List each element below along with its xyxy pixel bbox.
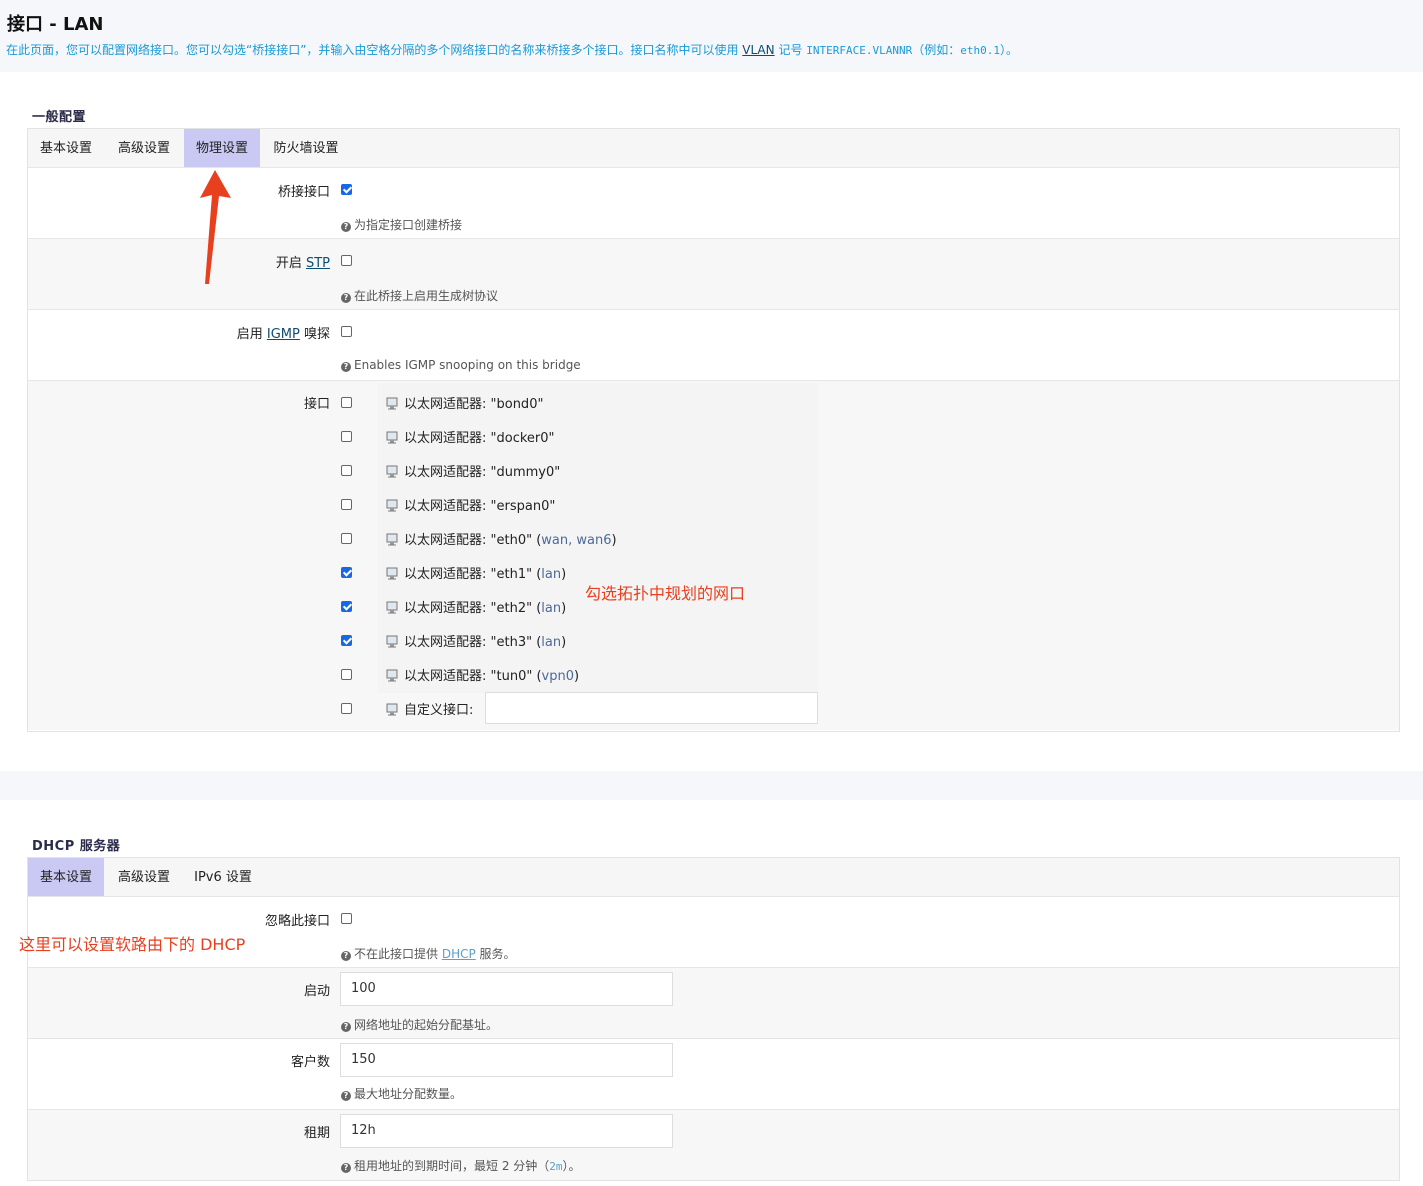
network-adapter-icon	[386, 397, 398, 410]
lease-input[interactable]: 12h	[340, 1114, 673, 1148]
custom-interface-checkbox[interactable]	[341, 703, 352, 714]
igmp-checkbox[interactable]	[341, 326, 352, 337]
interface-checkbox-tun0[interactable]	[341, 669, 352, 680]
page-description: 在此页面，您可以配置网络接口。您可以勾选“桥接接口”，并输入由空格分隔的多个网络…	[6, 43, 1019, 57]
ports-annotation: 勾选拓扑中规划的网口	[585, 584, 746, 603]
bridge-checkbox[interactable]	[341, 184, 352, 195]
interface-item-eth1: 以太网适配器: "eth1" (lan)	[385, 563, 566, 582]
igmp-row: 启用 IGMP 嗅探 ? Enables IGMP snooping on thi…	[28, 310, 1399, 381]
network-adapter-icon	[386, 703, 398, 716]
tab-advanced-settings[interactable]: 高级设置	[106, 129, 182, 167]
general-section-title: 一般配置	[32, 110, 87, 125]
limit-help: ? 最大地址分配数量。	[341, 1085, 462, 1102]
igmp-help: ? Enables IGMP snooping on this bridge	[341, 358, 581, 372]
interface-checkbox-eth1[interactable]	[341, 567, 352, 578]
custom-interface-item: 自定义接口:	[385, 699, 473, 718]
stp-help: ? 在此桥接上启用生成树协议	[341, 287, 498, 304]
question-icon: ?	[341, 1022, 351, 1032]
custom-interface-input[interactable]	[485, 692, 818, 724]
vlan-link[interactable]: VLAN	[742, 43, 774, 57]
question-icon: ?	[341, 293, 351, 303]
dhcp-panel: 基本设置 高级设置 IPv6 设置 忽略此接口 ? 不在此接口提供 DHCP 服务…	[27, 857, 1400, 1181]
lease-help: ? 租用地址的到期时间，最短 2 分钟（2m）。	[341, 1157, 581, 1174]
interface-item-erspan0: 以太网适配器: "erspan0"	[385, 495, 555, 514]
interface-item-eth0: 以太网适配器: "eth0" (wan, wan6)	[385, 529, 617, 548]
general-tabbar: 基本设置 高级设置 物理设置 防火墙设置	[28, 129, 1399, 168]
interface-checkbox-dummy0[interactable]	[341, 465, 352, 476]
question-icon: ?	[341, 1163, 351, 1173]
lease-label: 租期	[303, 1126, 330, 1141]
interface-item-eth3: 以太网适配器: "eth3" (lan)	[385, 631, 566, 650]
stp-checkbox[interactable]	[341, 255, 352, 266]
tab-dhcp-basic[interactable]: 基本设置	[28, 858, 104, 896]
stp-label: 开启 STP	[275, 256, 330, 271]
start-help: ? 网络地址的起始分配基址。	[341, 1016, 498, 1033]
interface-item-docker0: 以太网适配器: "docker0"	[385, 427, 555, 446]
zone-label: lan	[541, 567, 562, 582]
ignore-label: 忽略此接口	[264, 914, 330, 929]
interface-checkbox-docker0[interactable]	[341, 431, 352, 442]
zone-label: lan	[541, 601, 562, 616]
interface-checkbox-eth2[interactable]	[341, 601, 352, 612]
limit-label: 客户数	[290, 1055, 330, 1070]
interfaces-row: 接口 以太网适配器: "bond0" 以太网适配器: "docker0" 以太网…	[28, 381, 1399, 730]
interface-item-bond0: 以太网适配器: "bond0"	[385, 393, 543, 412]
interface-checkbox-eth0[interactable]	[341, 533, 352, 544]
question-icon: ?	[341, 1091, 351, 1101]
network-adapter-icon	[386, 601, 398, 614]
dhcp-link[interactable]: DHCP	[442, 947, 476, 961]
network-adapter-icon	[386, 669, 398, 682]
dhcp-tabbar: 基本设置 高级设置 IPv6 设置	[28, 858, 1399, 897]
question-icon: ?	[341, 222, 351, 232]
interface-checkbox-eth3[interactable]	[341, 635, 352, 646]
network-adapter-icon	[386, 499, 398, 512]
limit-input[interactable]: 150	[340, 1043, 673, 1077]
zone-label: wan, wan6	[541, 533, 612, 548]
tab-dhcp-advanced[interactable]: 高级设置	[106, 858, 182, 896]
zone-label: lan	[541, 635, 562, 650]
bridge-label: 桥接接口	[277, 185, 330, 200]
ignore-help: ? 不在此接口提供 DHCP 服务。	[341, 945, 516, 962]
network-adapter-icon	[386, 431, 398, 444]
tab-physical-settings[interactable]: 物理设置	[184, 129, 260, 167]
interfaces-label: 接口	[303, 397, 330, 412]
tab-dhcp-ipv6[interactable]: IPv6 设置	[186, 858, 260, 896]
stp-link[interactable]: STP	[306, 256, 330, 271]
page-header: 接口 - LAN 在此页面，您可以配置网络接口。您可以勾选“桥接接口”，并输入由…	[0, 0, 1423, 72]
red-arrow-annotation	[200, 170, 231, 284]
tab-basic-settings[interactable]: 基本设置	[28, 129, 104, 167]
network-adapter-icon	[386, 465, 398, 478]
interface-item-tun0: 以太网适配器: "tun0" (vpn0)	[385, 665, 579, 684]
network-adapter-icon	[386, 635, 398, 648]
interface-item-dummy0: 以太网适配器: "dummy0"	[385, 461, 560, 480]
dhcp-annotation: 这里可以设置软路由下的 DHCP	[19, 935, 246, 954]
page-title: 接口 - LAN	[7, 14, 104, 35]
bridge-help: ? 为指定接口创建桥接	[341, 216, 462, 233]
lease-row: 租期 12h ? 租用地址的到期时间，最短 2 分钟（2m）。	[28, 1110, 1399, 1180]
tab-firewall-settings[interactable]: 防火墙设置	[262, 129, 350, 167]
question-icon: ?	[341, 362, 351, 372]
start-row: 启动 100 ? 网络地址的起始分配基址。	[28, 968, 1399, 1039]
question-icon: ?	[341, 951, 351, 961]
zone-label: vpn0	[541, 669, 574, 684]
igmp-label: 启用 IGMP 嗅探	[236, 327, 330, 342]
section-divider	[0, 771, 1423, 800]
igmp-link[interactable]: IGMP	[267, 327, 300, 342]
network-adapter-icon	[386, 567, 398, 580]
interface-item-eth2: 以太网适配器: "eth2" (lan)	[385, 597, 566, 616]
dhcp-section-title: DHCP 服务器	[32, 839, 121, 854]
start-input[interactable]: 100	[340, 972, 673, 1006]
interface-checkbox-erspan0[interactable]	[341, 499, 352, 510]
limit-row: 客户数 150 ? 最大地址分配数量。	[28, 1039, 1399, 1110]
network-adapter-icon	[386, 533, 398, 546]
interface-checkbox-bond0[interactable]	[341, 397, 352, 408]
ignore-checkbox[interactable]	[341, 913, 352, 924]
start-label: 启动	[303, 984, 330, 999]
